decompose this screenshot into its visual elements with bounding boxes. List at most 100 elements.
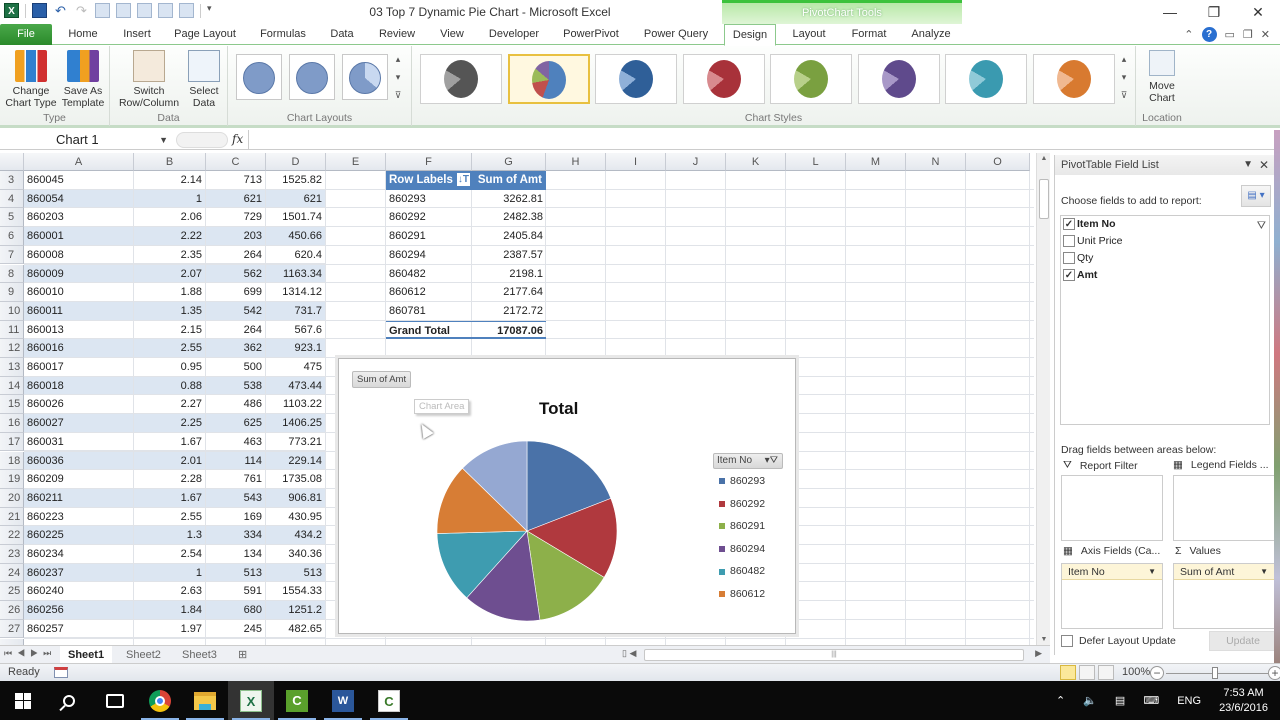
cell-item-no[interactable]: 860017 bbox=[24, 358, 134, 377]
cell-unit-price[interactable]: 2.28 bbox=[134, 470, 206, 489]
cell-unit-price[interactable]: 2.15 bbox=[134, 321, 206, 340]
pane-options-icon[interactable]: ▼ bbox=[1243, 155, 1253, 175]
cell-amt[interactable]: 1735.08 bbox=[266, 470, 326, 489]
cell-qty[interactable]: 245 bbox=[206, 620, 266, 639]
cell-unit-price[interactable]: 1.97 bbox=[134, 620, 206, 639]
cell-unit-price[interactable]: 0.95 bbox=[134, 358, 206, 377]
defer-layout-update[interactable]: Defer Layout Update bbox=[1061, 635, 1176, 647]
cell-item-no[interactable]: 860223 bbox=[24, 508, 134, 527]
taskbar-camtasia[interactable]: C bbox=[274, 681, 320, 720]
legend-entry[interactable]: 860291 bbox=[719, 520, 765, 532]
row-header[interactable]: 11 bbox=[0, 320, 24, 340]
legend-entry[interactable]: 860293 bbox=[719, 475, 765, 487]
filter-dropdown-icon[interactable]: ▾⛛ bbox=[765, 454, 778, 468]
help-icon[interactable]: ? bbox=[1201, 27, 1217, 42]
row-header[interactable]: 17 bbox=[0, 432, 24, 452]
sheet-tab-sheet3[interactable]: Sheet3 bbox=[174, 646, 225, 664]
row-header[interactable]: 8 bbox=[0, 264, 24, 284]
chart-style-gray[interactable] bbox=[420, 54, 502, 104]
workbook-minimize-icon[interactable]: ▭ bbox=[1225, 28, 1235, 41]
field-amt[interactable]: ✓ Amt bbox=[1063, 269, 1097, 281]
row-header[interactable]: 18 bbox=[0, 451, 24, 471]
workbook-restore-icon[interactable]: ❐ bbox=[1243, 28, 1253, 41]
cell-unit-price[interactable]: 2.25 bbox=[134, 414, 206, 433]
cell-qty[interactable]: 699 bbox=[206, 283, 266, 302]
cell-unit-price[interactable]: 2.01 bbox=[134, 452, 206, 471]
cell-qty[interactable]: 621 bbox=[206, 190, 266, 209]
tab-review[interactable]: Review bbox=[372, 24, 422, 45]
zoom-level[interactable]: 100% bbox=[1122, 666, 1150, 678]
scroll-right-arrow[interactable]: ▶ bbox=[1035, 648, 1042, 659]
cell-qty[interactable]: 500 bbox=[206, 358, 266, 377]
column-header-i[interactable]: I bbox=[606, 153, 666, 171]
page-break-view-button[interactable] bbox=[1098, 665, 1114, 680]
tab-layout[interactable]: Layout bbox=[786, 24, 832, 45]
pivot-row-value[interactable]: 2482.38 bbox=[472, 208, 546, 227]
column-header-o[interactable]: O bbox=[966, 153, 1030, 171]
cell-item-no[interactable]: 860234 bbox=[24, 545, 134, 564]
taskbar-file-explorer[interactable] bbox=[182, 681, 228, 720]
column-header-c[interactable]: C bbox=[206, 153, 266, 171]
cell-item-no[interactable]: 860011 bbox=[24, 302, 134, 321]
row-header[interactable]: 21 bbox=[0, 507, 24, 527]
checkbox-unchecked[interactable] bbox=[1063, 235, 1075, 247]
legend-entry[interactable]: 860292 bbox=[719, 498, 765, 510]
legend-entry[interactable]: 860482 bbox=[719, 565, 765, 577]
chevron-down-icon[interactable]: ▼ bbox=[1148, 564, 1156, 580]
macro-record-icon[interactable] bbox=[54, 667, 68, 678]
styles-scroll-down[interactable]: ▾ bbox=[1118, 72, 1130, 83]
cell-item-no[interactable]: 860027 bbox=[24, 414, 134, 433]
axis-fields-drop-area[interactable]: Item No ▼ bbox=[1061, 563, 1163, 629]
zoom-in-button[interactable]: + bbox=[1268, 666, 1280, 680]
checkbox-unchecked[interactable] bbox=[1063, 252, 1075, 264]
row-header[interactable]: 12 bbox=[0, 339, 24, 358]
cell-unit-price[interactable]: 1.84 bbox=[134, 601, 206, 620]
column-header-g[interactable]: G bbox=[472, 153, 546, 171]
row-header[interactable]: 14 bbox=[0, 376, 24, 396]
pivot-row-label[interactable]: 860781 bbox=[386, 302, 472, 321]
action-center-icon[interactable]: ▤ bbox=[1115, 694, 1125, 707]
scroll-left-arrow[interactable]: ▯ ◀ bbox=[622, 648, 636, 659]
taskbar-word[interactable]: W bbox=[320, 681, 366, 720]
search-button[interactable] bbox=[46, 681, 92, 720]
column-header-b[interactable]: B bbox=[134, 153, 206, 171]
cell-item-no[interactable]: 860001 bbox=[24, 227, 134, 246]
cell-amt[interactable]: 450.66 bbox=[266, 227, 326, 246]
cell-unit-price[interactable]: 2.06 bbox=[134, 208, 206, 228]
row-header[interactable]: 25 bbox=[0, 582, 24, 602]
close-button[interactable]: ✕ bbox=[1236, 0, 1280, 24]
column-header-j[interactable]: J bbox=[666, 153, 726, 171]
values-field-chip[interactable]: Sum of Amt ▼ bbox=[1174, 564, 1274, 580]
row-labels-header[interactable]: Row Labels bbox=[389, 174, 453, 186]
zoom-knob[interactable] bbox=[1212, 667, 1218, 679]
cell-item-no[interactable]: 860225 bbox=[24, 526, 134, 545]
cell-unit-price[interactable]: 1 bbox=[134, 190, 206, 209]
save-as-template-button[interactable]: Save As Template bbox=[58, 50, 108, 109]
cell-amt[interactable]: 1525.82 bbox=[266, 171, 326, 190]
close-icon[interactable]: ✕ bbox=[1259, 155, 1269, 175]
row-header[interactable]: 10 bbox=[0, 301, 24, 321]
value-field-button[interactable]: Sum of Amt bbox=[352, 371, 412, 388]
field-unit-price[interactable]: Unit Price bbox=[1063, 235, 1123, 247]
cell-amt[interactable]: 229.14 bbox=[266, 452, 326, 471]
cell-item-no[interactable]: 860036 bbox=[24, 452, 134, 471]
row-header[interactable]: 13 bbox=[0, 358, 24, 377]
cell-qty[interactable]: 334 bbox=[206, 526, 266, 545]
values-header[interactable]: Sum of Amt bbox=[478, 171, 542, 190]
cell-unit-price[interactable]: 1 bbox=[134, 564, 206, 583]
cell-unit-price[interactable]: 2.14 bbox=[134, 171, 206, 190]
row-header[interactable]: 15 bbox=[0, 395, 24, 415]
cell-item-no[interactable]: 860018 bbox=[24, 377, 134, 396]
cell-qty[interactable]: 513 bbox=[206, 564, 266, 583]
row-header[interactable]: 26 bbox=[0, 601, 24, 620]
column-header-e[interactable]: E bbox=[326, 153, 386, 171]
cell-qty[interactable]: 729 bbox=[206, 208, 266, 228]
filter-icon[interactable]: ⛛ bbox=[1257, 220, 1266, 233]
move-chart-button[interactable]: Move Chart bbox=[1140, 50, 1184, 104]
row-header[interactable]: 6 bbox=[0, 227, 24, 246]
cell-unit-price[interactable]: 2.35 bbox=[134, 246, 206, 265]
cell-amt[interactable]: 513 bbox=[266, 564, 326, 583]
tab-home[interactable]: Home bbox=[60, 24, 106, 45]
pivot-row-value[interactable]: 2405.84 bbox=[472, 227, 546, 246]
column-header-h[interactable]: H bbox=[546, 153, 606, 171]
